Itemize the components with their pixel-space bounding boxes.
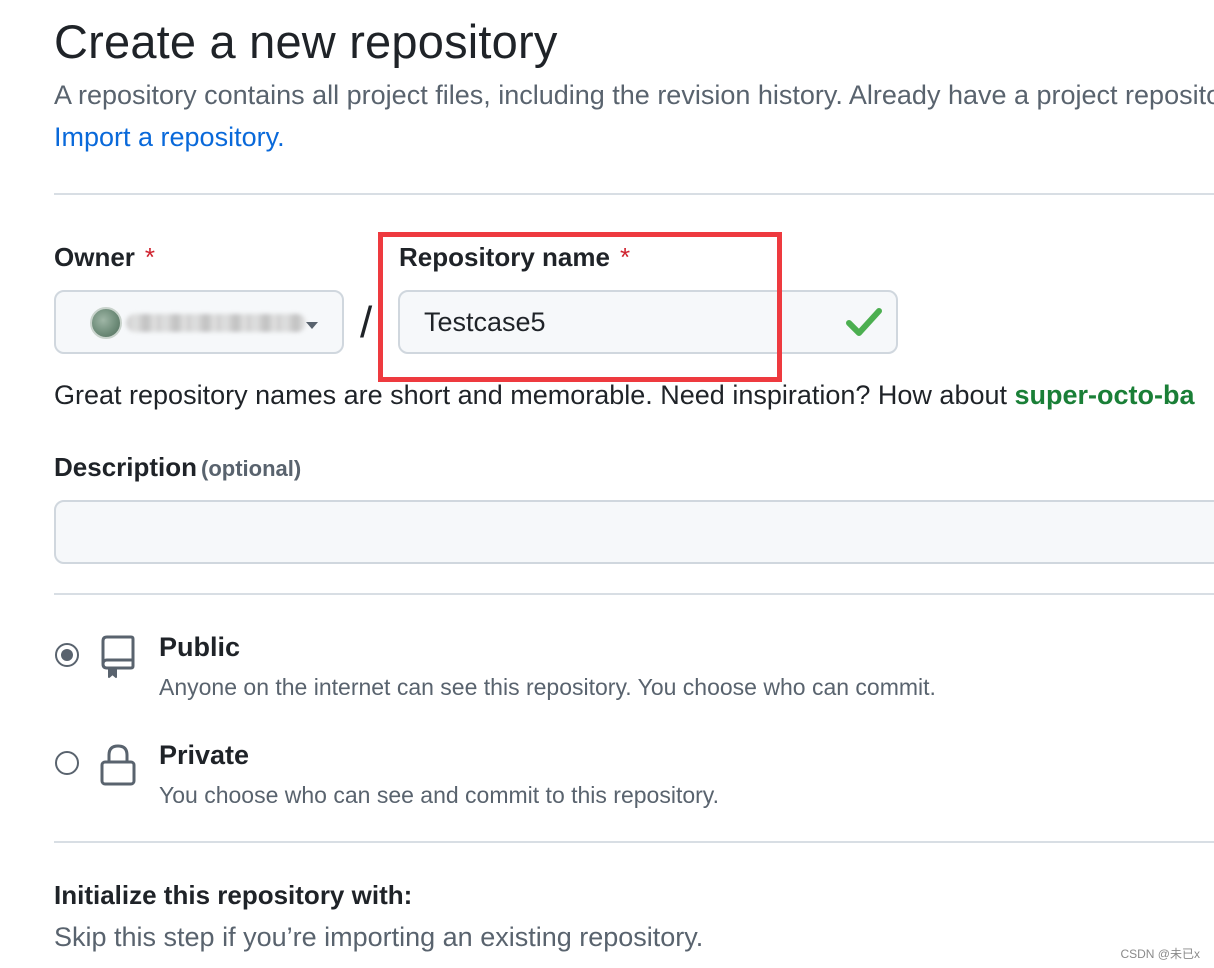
section-divider xyxy=(54,841,1214,843)
hint-text: Great repository names are short and mem… xyxy=(54,380,1015,410)
create-repository-page: Create a new repository A repository con… xyxy=(0,0,1214,968)
lock-icon xyxy=(100,744,136,786)
check-icon xyxy=(846,308,882,336)
description-optional-label: (optional) xyxy=(201,456,302,481)
owner-repo-separator: / xyxy=(360,298,373,347)
owner-avatar xyxy=(90,307,122,339)
import-repository-link[interactable]: Import a repository. xyxy=(54,122,285,153)
owner-name-redacted xyxy=(126,314,306,332)
visibility-private-title: Private xyxy=(159,740,250,770)
repo-book-icon xyxy=(101,635,135,678)
repository-name-label-text: Repository name xyxy=(399,242,610,272)
intro-text: A repository contains all project files,… xyxy=(54,80,1214,110)
owner-label: Owner * xyxy=(54,242,155,273)
initialize-subtext: Skip this step if you’re importing an ex… xyxy=(54,922,704,952)
section-divider xyxy=(54,193,1214,195)
visibility-public-title: Public xyxy=(159,632,241,662)
owner-required-mark: * xyxy=(144,242,156,272)
repository-name-label: Repository name * xyxy=(399,242,630,273)
visibility-private-description: You choose who can see and commit to thi… xyxy=(159,782,719,808)
repository-name-input[interactable] xyxy=(398,290,898,354)
page-title: Create a new repository xyxy=(54,15,558,68)
visibility-public-radio[interactable] xyxy=(55,643,79,667)
owner-label-text: Owner xyxy=(54,242,135,272)
chevron-down-icon xyxy=(306,322,318,329)
visibility-private-radio[interactable] xyxy=(55,751,79,775)
repository-name-hint: Great repository names are short and mem… xyxy=(54,380,1195,411)
section-divider xyxy=(54,593,1214,595)
watermark: CSDN @未已x xyxy=(1120,947,1200,961)
description-label-text: Description xyxy=(54,452,198,482)
description-label: Description (optional) xyxy=(54,452,301,483)
visibility-public-description: Anyone on the internet can see this repo… xyxy=(159,674,936,700)
initialize-heading: Initialize this repository with: xyxy=(54,880,413,910)
owner-select[interactable] xyxy=(54,290,344,354)
repository-name-required-mark: * xyxy=(619,242,631,272)
name-suggestion-link[interactable]: super-octo-ba xyxy=(1015,380,1195,410)
description-input[interactable] xyxy=(54,500,1214,564)
